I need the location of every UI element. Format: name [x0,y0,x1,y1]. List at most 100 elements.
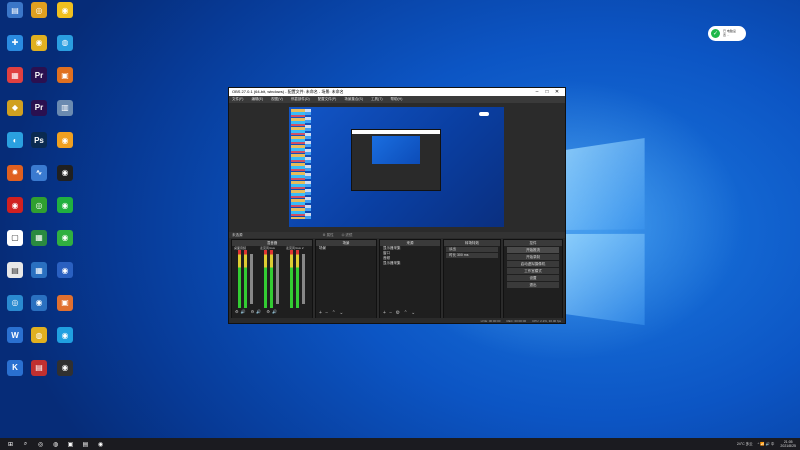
desktop-icon[interactable]: ◍ [26,327,52,359]
scene-item[interactable]: 场景 [316,246,376,251]
desktop-icon[interactable]: ◉ [52,197,78,229]
volume-slider[interactable] [302,254,305,304]
studio-mode-button[interactable]: 工作室模式 [507,268,559,274]
menu-file[interactable]: 文件(F) [232,97,243,102]
desktop-icon[interactable]: ◉ [52,229,78,262]
virtual-camera-button[interactable]: 启动虚拟摄像机 [507,261,559,267]
transition-select[interactable]: 淡出 [446,247,498,252]
menu-edit[interactable]: 编辑(E) [251,97,263,102]
browser-icon[interactable]: ◍ [51,440,60,449]
search-icon[interactable]: ⌕ [21,440,30,449]
desktop-icon[interactable]: ▥ [52,99,78,132]
desktop-icon[interactable]: ▦ [26,229,52,262]
app-icon: ◉ [57,229,73,246]
desktop-icon[interactable]: K [2,359,28,392]
clock[interactable]: 21:05 2021/8/25 [780,440,796,448]
desktop-icon[interactable]: ◉ [52,2,78,34]
app-icon[interactable]: ▤ [81,440,90,449]
desktop-icon-label [26,248,52,255]
desktop-icon[interactable]: W [2,327,28,359]
menu-view[interactable]: 视图(V) [271,97,283,102]
app-icon[interactable]: ▣ [66,440,75,449]
desktop-icon[interactable]: ◉ [52,132,78,164]
desktop-icon[interactable]: ∿ [26,164,52,197]
desktop-icon[interactable]: ▦ [2,67,28,99]
obs-icon[interactable]: ◉ [96,440,105,449]
status-bar: LIVE: 00:00:00 REC: 00:00:00 CPU: 2.2%, … [229,318,565,323]
app-icon: ◎ [31,197,47,213]
desktop-icon[interactable]: ◉ [52,327,78,359]
settings-button[interactable]: 设置 [507,275,559,281]
app-icon: ◉ [57,262,73,278]
obs-window[interactable]: OBS 27.0.1 (64-bit, windows) - 配置文件: 未命名… [228,87,566,324]
volume-meter [264,250,267,308]
maximize-button[interactable]: □ [542,89,552,95]
filters-button[interactable]: ⛭ 滤镜 [342,233,353,238]
app-icon: ▤ [7,2,23,18]
preview-canvas[interactable] [289,107,504,227]
tray-icons[interactable]: ^ 📶 🔊 中 [758,442,775,447]
desktop-icon[interactable]: ◉ [52,359,78,392]
desktop-icon[interactable]: ◉ [26,294,52,327]
start-streaming-button[interactable]: 开始推流 [507,247,559,253]
app-icon: ✚ [7,34,23,51]
start-recording-button[interactable]: 开始录制 [507,254,559,260]
desktop-icon[interactable]: ◐ [2,132,28,164]
desktop-icon[interactable]: ◎ [2,294,28,327]
app-icon[interactable]: ◎ [36,440,45,449]
close-button[interactable]: ✕ [552,89,562,95]
volume-slider[interactable] [276,254,279,304]
source-toolbar[interactable]: + − ⚙ ⌃ ⌄ [383,310,416,316]
desktop-icon-label [2,118,28,125]
desktop-icon-label [2,313,28,320]
desktop-icon-label [2,85,28,92]
desktop-icon[interactable]: ▣ [52,294,78,327]
desktop-icon[interactable]: ◎ [26,197,52,229]
desktop-icon[interactable]: ▣ [52,67,78,99]
desktop-icon[interactable]: ✹ [2,164,28,197]
desktop-icon[interactable]: ▤ [2,262,28,294]
menu-help[interactable]: 帮助(H) [391,97,403,102]
desktop-icon[interactable]: ▢ [2,229,28,262]
desktop-icon[interactable]: ✚ [2,34,28,67]
mixer-mute-controls[interactable]: ⚙🔊 ⚙🔊 ⚙🔊 [235,309,279,314]
weather-widget[interactable]: 24°C 多云 [737,442,753,447]
exit-button[interactable]: 退出 [507,282,559,288]
sources-panel: 来源 显示器采集 窗口 音频 显示器采集 + − ⚙ ⌃ ⌄ [379,239,441,319]
volume-slider[interactable] [250,254,253,304]
desktop-icon[interactable]: ◉ [2,197,28,229]
desktop-icon[interactable]: ◉ [52,262,78,294]
menu-docks[interactable]: 停靠部件(D) [291,97,310,102]
desktop-icon[interactable]: ◉ [52,164,78,197]
desktop-icon[interactable]: Pr [26,67,52,99]
wechat-icon: ✓ [711,29,720,38]
desktop-icon-label [2,378,28,385]
taskbar-apps: ⊞ ⌕ ◎ ◍ ▣ ▤ ◉ [0,440,105,449]
desktop-icon[interactable]: ▤ [2,2,28,34]
minimize-button[interactable]: – [532,89,542,95]
notification-text: 已 电脑设 置 ... [723,29,736,37]
desktop-icon[interactable]: ▦ [26,262,52,294]
desktop-icon[interactable]: Ps [26,132,52,164]
desktop-icon[interactable]: ◉ [26,34,52,67]
transition-duration[interactable]: 时长 300 ms [446,253,498,258]
app-icon: ▢ [7,229,23,246]
menu-tools[interactable]: 工具(T) [371,97,382,102]
start-icon[interactable]: ⊞ [6,440,15,449]
obs-titlebar[interactable]: OBS 27.0.1 (64-bit, windows) - 配置文件: 未命名… [229,88,565,96]
desktop-icon[interactable]: ◆ [2,99,28,132]
desktop-icon[interactable]: Pr [26,99,52,132]
desktop-icon-label [52,20,78,27]
desktop-icon[interactable]: ◎ [26,2,52,34]
notification-pill[interactable]: ✓ 已 电脑设 置 ... [708,26,746,41]
menu-scene-collection[interactable]: 场景集合(S) [344,97,363,102]
source-item[interactable]: 显示器采集 [380,261,440,266]
desktop-icon-label [52,150,78,157]
menu-profile[interactable]: 配置文件(P) [318,97,337,102]
volume-meter [290,250,293,308]
scene-toolbar[interactable]: + − ⌃ ⌄ [319,310,344,316]
desktop-icon[interactable]: ▤ [26,359,52,392]
desktop-icon[interactable]: ◍ [52,34,78,67]
properties-button[interactable]: ⚙ 属性 [323,233,334,238]
desktop-icon-label [2,280,28,287]
